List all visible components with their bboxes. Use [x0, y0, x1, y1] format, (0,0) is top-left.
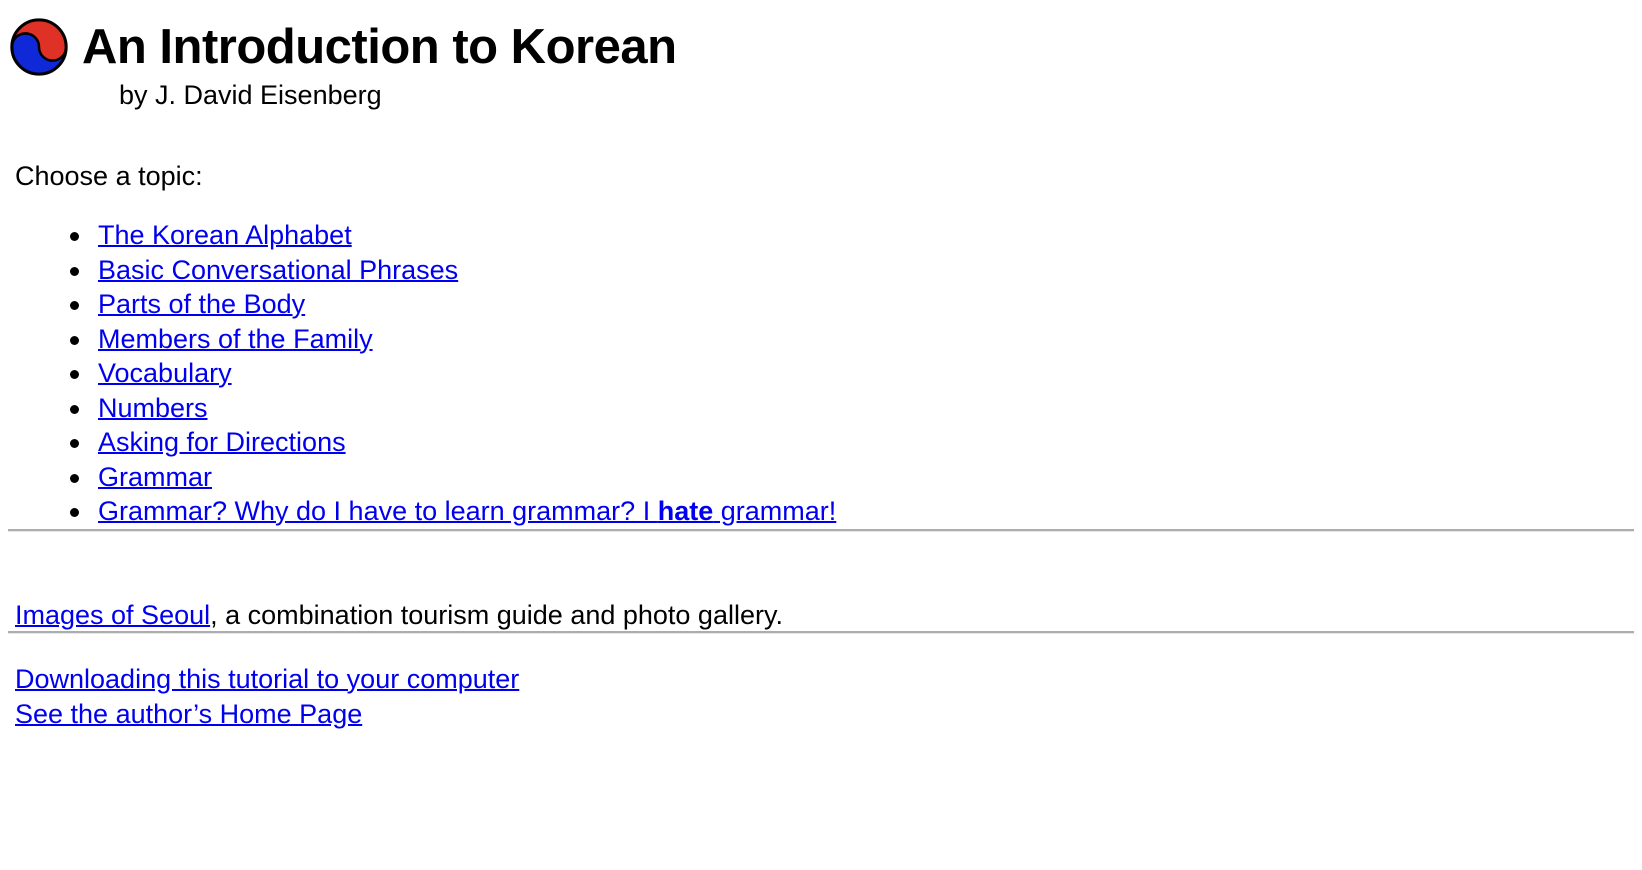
- list-item: Grammar? Why do I have to learn grammar?…: [70, 494, 1634, 529]
- list-item: Vocabulary: [70, 356, 1634, 391]
- page-header: An Introduction to Korean by J. David Ei…: [8, 8, 1634, 112]
- topic-link-members-of-the-family[interactable]: Members of the Family: [98, 324, 373, 354]
- list-item: Numbers: [70, 391, 1634, 426]
- topic-link-grammar-rant[interactable]: Grammar? Why do I have to learn grammar?…: [98, 496, 836, 526]
- topic-link-parts-of-the-body[interactable]: Parts of the Body: [98, 289, 305, 319]
- byline: by J. David Eisenberg: [119, 80, 382, 110]
- list-item: Members of the Family: [70, 322, 1634, 357]
- choose-topic-label: Choose a topic:: [15, 161, 203, 191]
- images-of-seoul-link[interactable]: Images of Seoul: [15, 600, 210, 630]
- list-item: Asking for Directions: [70, 425, 1634, 460]
- seoul-trailing-text: , a combination tourism guide and photo …: [210, 599, 783, 630]
- list-item: Grammar: [70, 460, 1634, 495]
- list-item: The Korean Alphabet: [70, 218, 1634, 253]
- footer-links: Downloading this tutorial to your comput…: [8, 634, 1634, 732]
- topic-link-numbers[interactable]: Numbers: [98, 393, 208, 423]
- topic-list: The Korean Alphabet Basic Conversational…: [8, 218, 1634, 529]
- topic-link-vocabulary[interactable]: Vocabulary: [98, 358, 232, 388]
- grammar-rant-suffix: grammar!: [713, 496, 837, 526]
- topic-link-asking-for-directions[interactable]: Asking for Directions: [98, 427, 346, 457]
- author-home-page-link[interactable]: See the author’s Home Page: [15, 699, 362, 729]
- topic-link-grammar[interactable]: Grammar: [98, 462, 212, 492]
- seoul-paragraph: Images of Seoul, a combination tourism g…: [8, 532, 1634, 631]
- grammar-rant-prefix: Grammar? Why do I have to learn grammar?…: [98, 496, 658, 526]
- topic-link-basic-conversational-phrases[interactable]: Basic Conversational Phrases: [98, 255, 458, 285]
- taegeuk-icon: [10, 18, 68, 76]
- page-title: An Introduction to Korean: [82, 20, 677, 74]
- list-item: Basic Conversational Phrases: [70, 253, 1634, 288]
- page-container: An Introduction to Korean by J. David Ei…: [0, 0, 1642, 732]
- download-tutorial-link[interactable]: Downloading this tutorial to your comput…: [15, 664, 519, 694]
- list-item: Parts of the Body: [70, 287, 1634, 322]
- title-row: An Introduction to Korean: [8, 16, 1634, 78]
- grammar-rant-emphasis: hate: [657, 496, 714, 526]
- topic-link-korean-alphabet[interactable]: The Korean Alphabet: [98, 220, 352, 250]
